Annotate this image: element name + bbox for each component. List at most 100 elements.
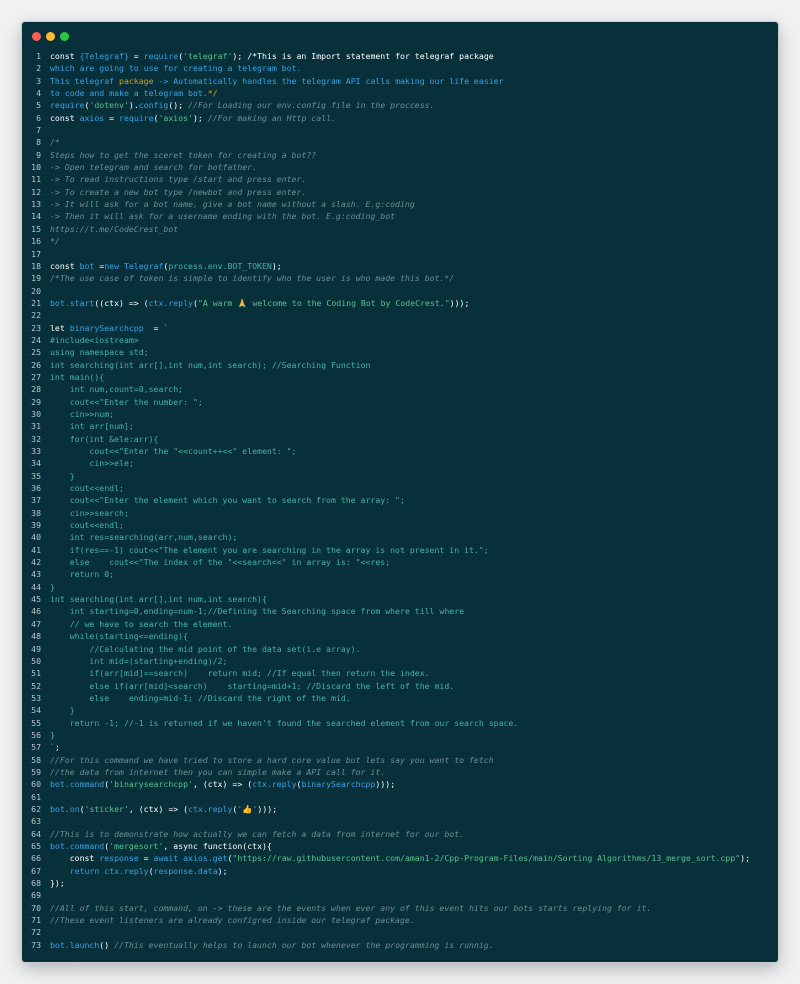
code-line: 10 -> Open telegram and search for botfat… [22, 161, 778, 173]
code-token: "A warm 🙏 welcome to the Coding Bot by C… [197, 297, 450, 308]
line-text: cout<<endl; [50, 519, 124, 531]
line-number: 14 [31, 211, 41, 222]
line-text: cout<<"Enter the number: "; [50, 396, 203, 408]
line-text: which are going to use for creating a te… [50, 62, 301, 74]
code-token: int mid=(starting+ending)/2; [50, 655, 228, 666]
line-number: 39 [31, 520, 41, 531]
line-number: 68 [31, 878, 41, 889]
code-token: ctx.reply [252, 779, 297, 790]
line-number: 11 [31, 174, 41, 185]
code-token: cin>>search; [50, 507, 129, 518]
code-token: package [119, 75, 154, 86]
code-token: } [50, 470, 75, 481]
code-token: using namespace std; [50, 347, 149, 358]
code-window: 1 const {Telegraf} = require('telegraf');… [22, 22, 778, 962]
line-text: const response = await axios.get("https:… [50, 852, 750, 864]
code-line: 19 /*The use case of token is simple to i… [22, 272, 778, 284]
line-text: return -1; //-1 is returned if we haven'… [50, 717, 519, 729]
code-token: 'binarysearchcpp' [109, 779, 193, 790]
line-number: 45 [31, 594, 41, 605]
line-text: const bot =new Telegraf(process.env.BOT_… [50, 260, 282, 272]
line-text: if(arr[mid]==search) return mid; //If eq… [50, 667, 429, 679]
close-window-icon[interactable] [32, 32, 41, 41]
code-token: -> To create a new bot type /newbot and … [50, 186, 307, 197]
code-line: 50 int mid=(starting+ending)/2; [22, 655, 778, 667]
line-text: cout<<"Enter the "<<count++<<" element: … [50, 445, 296, 457]
line-text: //This is to demonstrate how actually we… [50, 828, 464, 840]
code-line: 59 //the data from internet then you can … [22, 766, 778, 778]
code-line: 42 else cout<<"The index of the "<<searc… [22, 556, 778, 568]
code-token: else ending=mid-1; //Discard the right o… [50, 692, 351, 703]
code-token: //For Loading our env.config file in the… [188, 100, 435, 111]
code-token: return [50, 865, 105, 876]
line-number: 3 [36, 75, 41, 86]
line-text: const {Telegraf} = require('telegraf'); … [50, 50, 494, 62]
code-line: 46 int starting=0,ending=num-1;//Definin… [22, 605, 778, 617]
code-token: //For making an Http call. [207, 112, 336, 123]
code-line: 37 cout<<"Enter the element which you wa… [22, 494, 778, 506]
code-line: 30 cin>>num; [22, 408, 778, 420]
code-token: cout<<endl; [50, 520, 124, 531]
line-number: 4 [36, 88, 41, 99]
code-token: cout<<"Enter the number: "; [50, 396, 203, 407]
code-line: 17 [22, 248, 778, 260]
line-text: #include<iostream> [50, 334, 139, 346]
code-token: /* [50, 137, 60, 148]
code-token: */ [207, 88, 218, 99]
code-token: binarySearchcpp [301, 779, 376, 790]
line-number: 63 [31, 816, 41, 827]
code-token: /*The use case of token is simple to ide… [50, 273, 455, 284]
code-editor[interactable]: 1 const {Telegraf} = require('telegraf');… [22, 50, 778, 951]
line-number: 59 [31, 766, 41, 777]
line-text: while(starting<=ending){ [50, 630, 188, 642]
code-line: 38 cin>>search; [22, 507, 778, 519]
code-token: ))); [257, 803, 278, 814]
code-line: 27 int main(){ [22, 371, 778, 383]
line-text: require('dotenv').config(); //For Loadin… [50, 99, 435, 111]
line-text: //For this command we have tried to stor… [50, 754, 494, 766]
code-line: 49 //Calculating the mid point of the da… [22, 643, 778, 655]
code-token: 'mergesort' [109, 841, 164, 851]
line-text: //Calculating the mid point of the data … [50, 643, 360, 655]
code-line: 53 else ending=mid-1; //Discard the righ… [22, 692, 778, 704]
line-number: 41 [31, 544, 41, 555]
line-number: 43 [31, 569, 41, 580]
code-token: bot.start [50, 297, 95, 308]
code-token: cout<<"Enter the "<<count++<<" element: … [50, 446, 297, 456]
line-number: 65 [31, 841, 41, 851]
code-token: int main(){ [50, 371, 105, 382]
line-number: 47 [31, 618, 41, 629]
code-line: 57 `; [22, 741, 778, 753]
line-text: //the data from internet then you can si… [50, 766, 385, 778]
code-token: require [119, 112, 154, 123]
code-token: https://t.me/CodeCrest_bot [50, 223, 179, 234]
line-text: return ctx.reply(response.data); [50, 865, 228, 877]
line-text: int mid=(starting+ending)/2; [50, 655, 227, 667]
code-line: 6 const axios = require('axios'); //For m… [22, 112, 778, 124]
code-line: 54 } [22, 704, 778, 716]
line-text: Steps how to get the sceret token for cr… [50, 149, 316, 161]
line-text: bot.command('mergesort', async function(… [50, 840, 272, 852]
code-token: = [138, 853, 154, 864]
line-number: 5 [36, 100, 41, 111]
code-token: const [50, 112, 80, 123]
code-line: 45 int searching(int arr[],int num,int se… [22, 593, 778, 605]
minimize-window-icon[interactable] [46, 32, 55, 41]
line-number: 62 [31, 803, 41, 814]
line-number: 10 [31, 162, 41, 173]
code-token: else cout<<"The index of the "<<search<<… [50, 557, 391, 568]
code-token: int res=searching(arr,num,search); [50, 532, 238, 543]
line-number: 71 [31, 915, 41, 926]
line-number: 32 [31, 433, 41, 444]
line-number: 13 [31, 199, 41, 210]
code-token: 'dotenv' [89, 100, 129, 111]
line-text: https://t.me/CodeCrest_bot [50, 223, 178, 235]
code-token: ; [54, 742, 60, 753]
code-line: 39 cout<<endl; [22, 519, 778, 531]
code-token: } [50, 729, 55, 740]
maximize-window-icon[interactable] [60, 32, 69, 41]
line-number: 48 [31, 631, 41, 642]
code-token: -> It will ask for a bot name, give a bo… [50, 199, 415, 210]
code-line: 62 bot.on('sticker', (ctx) => (ctx.reply(… [22, 803, 778, 815]
code-line: 8 /* [22, 136, 778, 148]
